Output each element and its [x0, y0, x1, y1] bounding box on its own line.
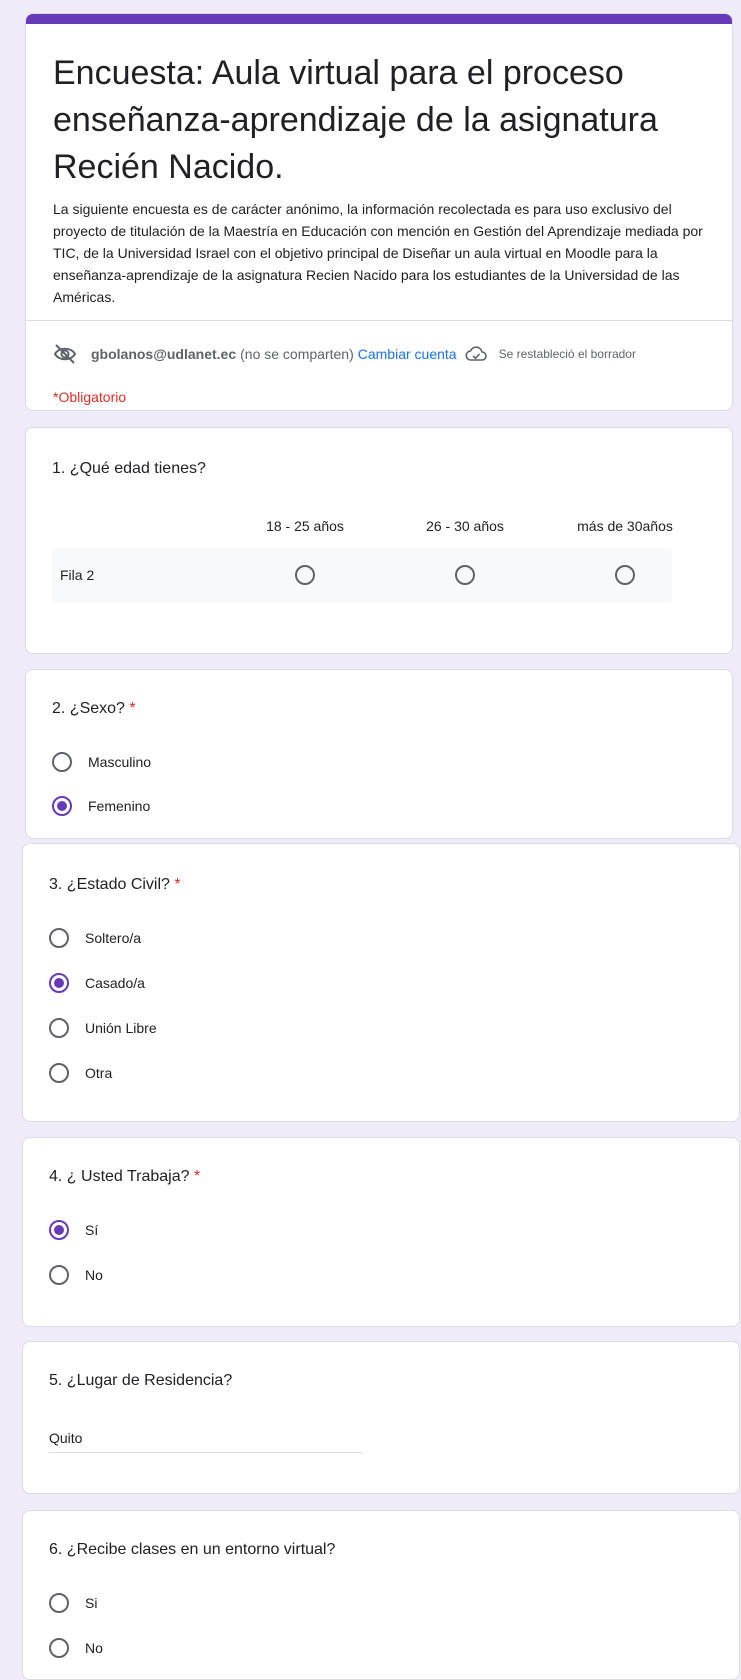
question-title: 5. ¿Lugar de Residencia?: [49, 1372, 233, 1389]
radio-button-icon[interactable]: [49, 1063, 69, 1083]
question-title: 3. ¿Estado Civil? *: [49, 876, 181, 894]
option-label: Soltero/a: [85, 930, 142, 946]
option-label: Femenino: [88, 798, 151, 814]
option-label: Unión Libre: [85, 1020, 157, 1036]
option-si[interactable]: Si: [49, 1593, 97, 1613]
header-accent-bar: [26, 14, 732, 24]
draft-status: Se restableció el borrador: [498, 347, 636, 361]
option-label: Sí: [85, 1222, 99, 1238]
question-card-3: 3. ¿Estado Civil? * Soltero/a Casado/a U…: [22, 843, 740, 1122]
option-masculino[interactable]: Masculino: [52, 752, 151, 772]
option-otra[interactable]: Otra: [49, 1063, 112, 1083]
required-mark: *: [129, 700, 136, 717]
grid-row: Fila 2: [52, 548, 672, 603]
option-no[interactable]: No: [49, 1265, 103, 1285]
question-title: 2. ¿Sexo? *: [52, 700, 136, 718]
option-label: Otra: [85, 1065, 113, 1081]
radio-button-icon[interactable]: [52, 796, 72, 816]
radio-button-icon[interactable]: [49, 1220, 69, 1240]
option-casado[interactable]: Casado/a: [49, 973, 145, 993]
form-description: La siguiente encuesta es de carácter anó…: [53, 201, 703, 305]
grid-radio-18-25[interactable]: [295, 565, 315, 585]
eye-off-icon: [53, 344, 77, 364]
option-label: Masculino: [88, 754, 152, 770]
account-row: gbolanos@udlanet.ec (no se comparten) Ca…: [53, 344, 712, 364]
required-mark: *: [193, 1168, 201, 1185]
radio-button-icon[interactable]: [52, 752, 72, 772]
grid-column-header: 18 - 25 años: [266, 518, 344, 534]
radio-button-icon[interactable]: [49, 973, 69, 993]
option-label: Casado/a: [85, 975, 145, 991]
radio-button-icon[interactable]: [49, 1593, 69, 1613]
option-label: Si: [85, 1595, 98, 1611]
grid-radio-26-30[interactable]: [455, 565, 475, 585]
option-si[interactable]: Sí: [49, 1220, 98, 1240]
grid-radio-30-plus[interactable]: [615, 565, 635, 585]
question-title-text: 4. ¿ Usted Trabaja?: [49, 1168, 190, 1185]
grid-column-header: más de 30años: [577, 518, 673, 534]
required-note: *Obligatorio: [53, 389, 127, 405]
grid-row-label: Fila 2: [60, 567, 95, 583]
question-card-2: 2. ¿Sexo? * Masculino Femenino: [25, 669, 733, 839]
radio-button-icon[interactable]: [49, 1018, 69, 1038]
radio-button-icon[interactable]: [49, 1265, 69, 1285]
option-label: No: [85, 1640, 103, 1656]
switch-account-link[interactable]: Cambiar cuenta: [358, 346, 457, 362]
question-title: 1. ¿Qué edad tienes?: [52, 460, 206, 477]
form-header-card: Encuesta: Aula virtual para el proceso e…: [25, 13, 733, 411]
option-soltero[interactable]: Soltero/a: [49, 928, 141, 948]
cloud-check-icon: [465, 346, 487, 361]
question-card-5: 5. ¿Lugar de Residencia? Quito: [22, 1341, 740, 1494]
question-card-4: 4. ¿ Usted Trabaja? * Sí No: [22, 1137, 740, 1327]
account-email: gbolanos@udlanet.ec: [91, 346, 237, 362]
required-mark: *: [174, 876, 181, 893]
radio-button-icon[interactable]: [49, 928, 69, 948]
option-femenino[interactable]: Femenino: [52, 796, 150, 816]
option-label: No: [85, 1267, 103, 1283]
question-title-text: 3. ¿Estado Civil?: [49, 876, 170, 893]
option-union-libre[interactable]: Unión Libre: [49, 1018, 157, 1038]
option-no[interactable]: No: [49, 1638, 103, 1658]
question-title: 4. ¿ Usted Trabaja? *: [49, 1168, 200, 1186]
question-title-text: 2. ¿Sexo?: [52, 700, 125, 717]
divider: [26, 320, 732, 321]
residence-answer-input[interactable]: Quito: [49, 1430, 363, 1453]
grid-column-header: 26 - 30 años: [426, 518, 504, 534]
form-title: Encuesta: Aula virtual para el proceso e…: [53, 54, 658, 186]
radio-button-icon[interactable]: [49, 1638, 69, 1658]
question-card-1: 1. ¿Qué edad tienes? 18 - 25 años 26 - 3…: [25, 427, 733, 654]
question-card-6: 6. ¿Recibe clases en un entorno virtual?…: [22, 1510, 740, 1680]
not-shared-text: (no se comparten): [240, 346, 354, 362]
question-title: 6. ¿Recibe clases en un entorno virtual?: [49, 1541, 336, 1558]
